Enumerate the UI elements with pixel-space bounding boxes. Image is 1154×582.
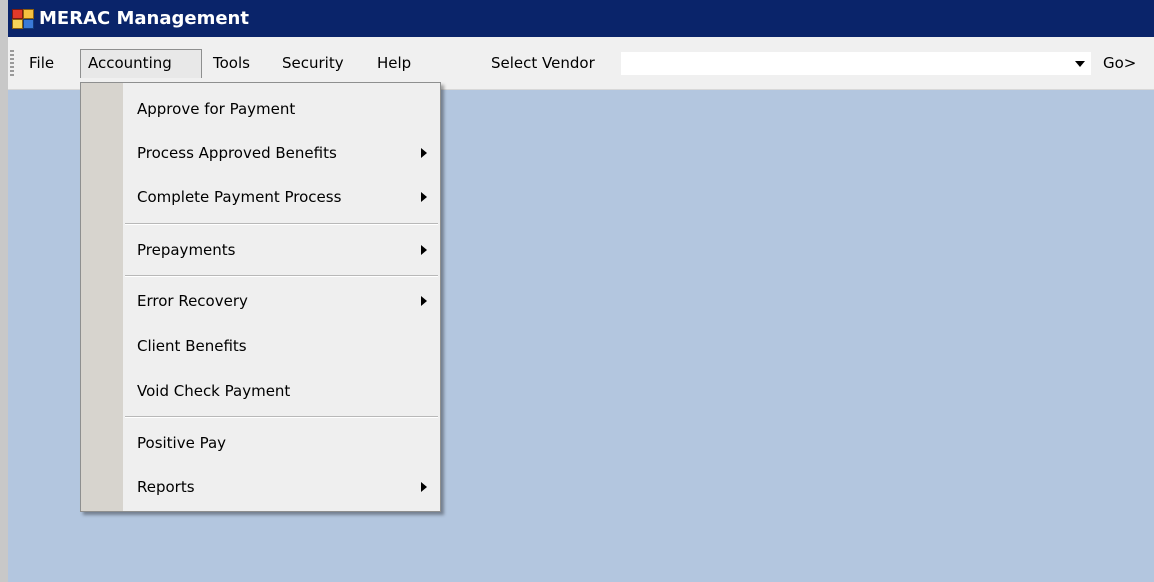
menu-item-label: Error Recovery [137, 292, 248, 310]
chevron-right-icon [421, 296, 427, 306]
menu-tools-label: Tools [213, 54, 250, 72]
app-window-icon[interactable] [12, 8, 34, 29]
app-window: MERAC Management File Accounting Tools S… [0, 0, 1154, 582]
go-button[interactable]: Go> [1103, 49, 1136, 78]
chevron-right-icon [421, 245, 427, 255]
menu-item-error-recovery[interactable]: Error Recovery [81, 279, 440, 323]
menu-item-process-approved-benefits[interactable]: Process Approved Benefits [81, 131, 440, 175]
menu-item-label: Prepayments [137, 241, 236, 259]
menu-help[interactable]: Help [370, 49, 418, 78]
menu-item-label: Void Check Payment [137, 382, 291, 400]
menu-item-label: Positive Pay [137, 434, 227, 452]
menu-security[interactable]: Security [275, 49, 351, 78]
menu-separator [125, 275, 438, 277]
menu-help-label: Help [377, 54, 412, 72]
menu-separator [125, 416, 438, 418]
menu-tools[interactable]: Tools [206, 49, 257, 78]
menu-item-void-check-payment[interactable]: Void Check Payment [81, 369, 440, 413]
menu-item-label: Reports [137, 478, 195, 496]
menu-separator [125, 223, 438, 225]
window-title: MERAC Management [39, 8, 249, 29]
menu-item-label: Client Benefits [137, 337, 247, 355]
chevron-right-icon [421, 482, 427, 492]
menu-item-complete-payment-process[interactable]: Complete Payment Process [81, 175, 440, 219]
menu-item-approve-for-payment[interactable]: Approve for Payment [81, 87, 440, 131]
vendor-select[interactable] [620, 51, 1092, 76]
menu-item-positive-pay[interactable]: Positive Pay [81, 421, 440, 465]
accounting-dropdown-menu: Approve for Payment Process Approved Ben… [80, 82, 441, 512]
menu-accounting[interactable]: Accounting [80, 49, 202, 78]
chevron-right-icon [421, 148, 427, 158]
menu-item-label: Approve for Payment [137, 100, 296, 118]
menu-accounting-label: Accounting [88, 54, 172, 72]
menu-item-label: Complete Payment Process [137, 188, 342, 206]
title-bar: MERAC Management [8, 0, 1154, 37]
dropdown-arrow-icon[interactable] [1075, 61, 1085, 67]
menu-item-client-benefits[interactable]: Client Benefits [81, 324, 440, 368]
menu-item-label: Process Approved Benefits [137, 144, 337, 162]
menu-file[interactable]: File [22, 49, 61, 78]
select-vendor-label: Select Vendor [491, 54, 595, 72]
menu-item-prepayments[interactable]: Prepayments [81, 228, 440, 272]
toolbar-grip-handle[interactable] [10, 50, 14, 77]
chevron-right-icon [421, 192, 427, 202]
menu-file-label: File [29, 54, 55, 72]
menu-security-label: Security [282, 54, 344, 72]
menu-item-reports[interactable]: Reports [81, 465, 440, 509]
